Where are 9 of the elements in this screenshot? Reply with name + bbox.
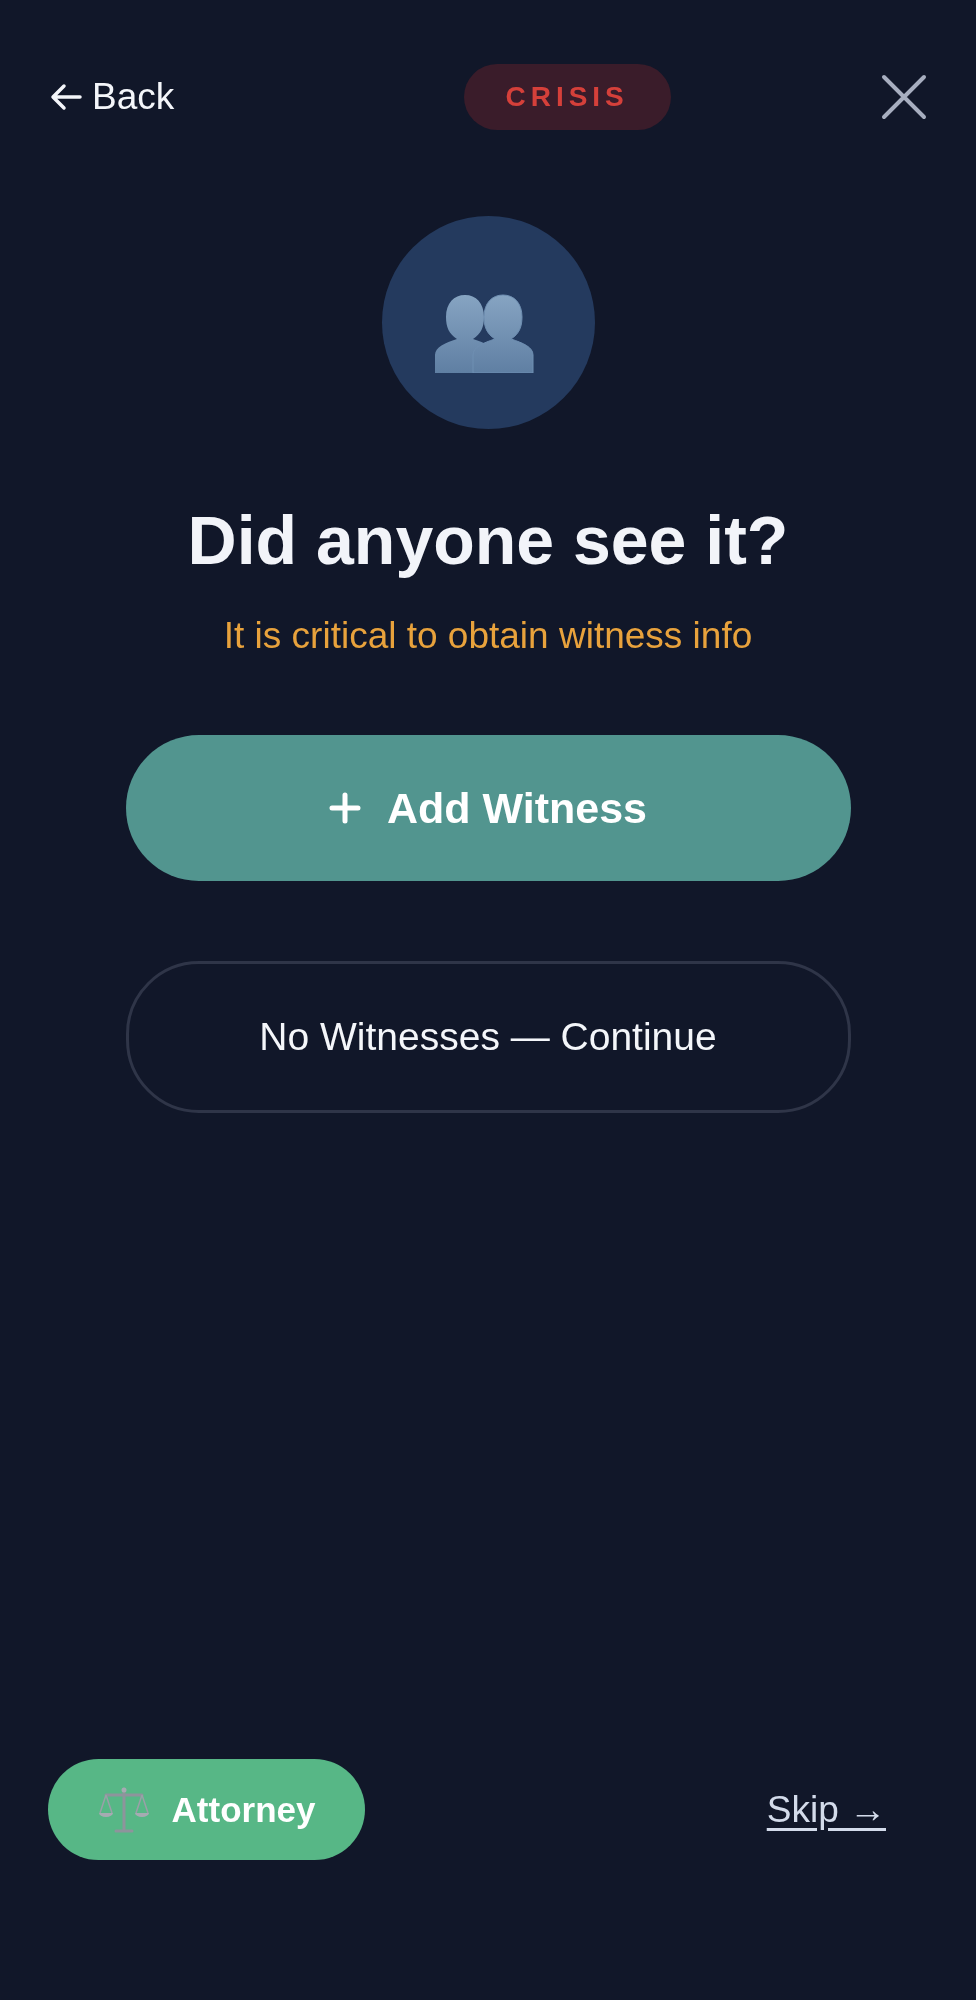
skip-link[interactable]: Skip → xyxy=(766,1788,886,1831)
back-arrow-icon xyxy=(50,83,82,111)
continue-button[interactable]: No Witnesses — Continue xyxy=(125,961,851,1113)
crisis-badge: CRISIS xyxy=(463,64,671,130)
plus-icon xyxy=(329,792,361,824)
back-button[interactable]: Back xyxy=(50,76,175,118)
question-title: Did anyone see it? xyxy=(186,501,790,579)
subtitle: It is critical to obtain witness info xyxy=(222,615,754,657)
close-button[interactable] xyxy=(880,73,928,121)
